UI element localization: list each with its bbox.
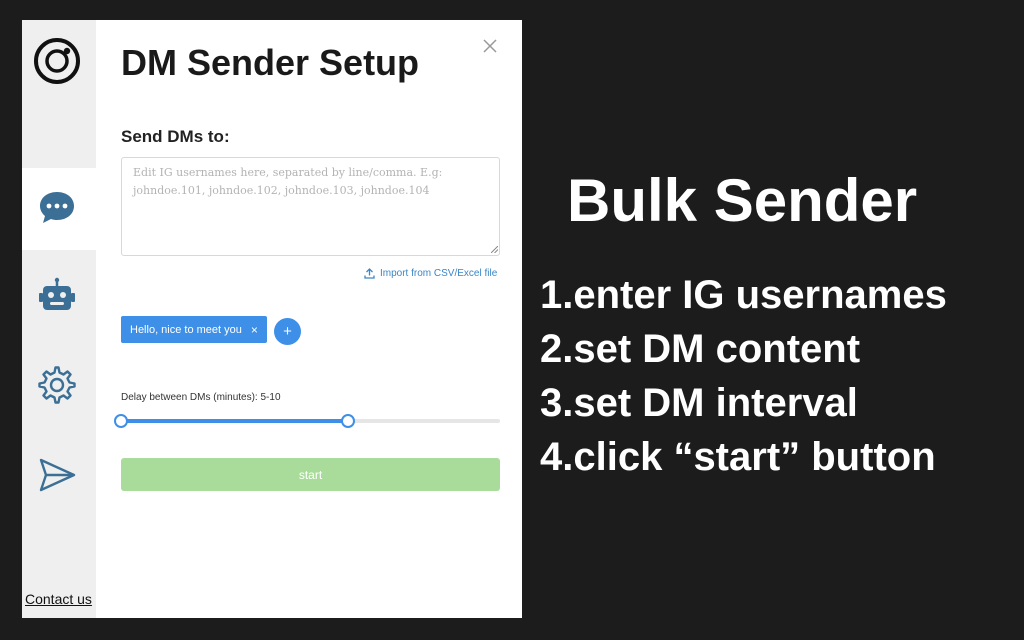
close-icon[interactable]	[482, 38, 498, 54]
page-title: DM Sender Setup	[121, 42, 420, 83]
sidebar: Contact us	[22, 20, 96, 618]
chat-bubble-icon[interactable]	[36, 186, 78, 228]
contact-us-link[interactable]: Contact us	[25, 591, 92, 607]
list-item: 4.click “start” button	[540, 435, 936, 479]
list-item: 3.set DM interval	[540, 381, 858, 425]
import-label: Import from CSV/Excel file	[380, 268, 498, 279]
list-item: 1.enter IG usernames	[540, 273, 947, 317]
slider-fill	[121, 419, 349, 423]
recipients-label: Send DMs to:	[121, 127, 230, 146]
message-chip-text: Hello, nice to meet you	[130, 323, 242, 336]
promo-title: Bulk Sender	[567, 167, 918, 234]
add-message-button[interactable]: +	[274, 318, 301, 345]
gear-icon[interactable]	[36, 364, 78, 406]
slider-handle-min[interactable]	[114, 414, 128, 428]
resize-grip-icon[interactable]	[491, 246, 498, 253]
logo-icon	[34, 38, 80, 84]
list-item: 2.set DM content	[540, 327, 861, 371]
usernames-input[interactable]	[121, 157, 500, 256]
start-button[interactable]: start	[121, 458, 500, 491]
robot-icon[interactable]	[36, 276, 78, 318]
slider-handle-max[interactable]	[341, 414, 356, 428]
steps-list: 1.enter IG usernames 2.set DM content 3.…	[540, 268, 947, 484]
upload-icon	[364, 268, 375, 279]
import-csv-link[interactable]: Import from CSV/Excel file	[364, 268, 497, 279]
paper-plane-icon[interactable]	[36, 454, 78, 496]
message-chip[interactable]: Hello, nice to meet you ×	[121, 316, 267, 343]
dm-sender-window: Contact us DM Sender Setup Send DMs to: …	[22, 20, 522, 618]
close-icon[interactable]: ×	[251, 323, 258, 337]
delay-range-slider[interactable]	[114, 412, 500, 430]
delay-label: Delay between DMs (minutes): 5-10	[121, 392, 281, 403]
